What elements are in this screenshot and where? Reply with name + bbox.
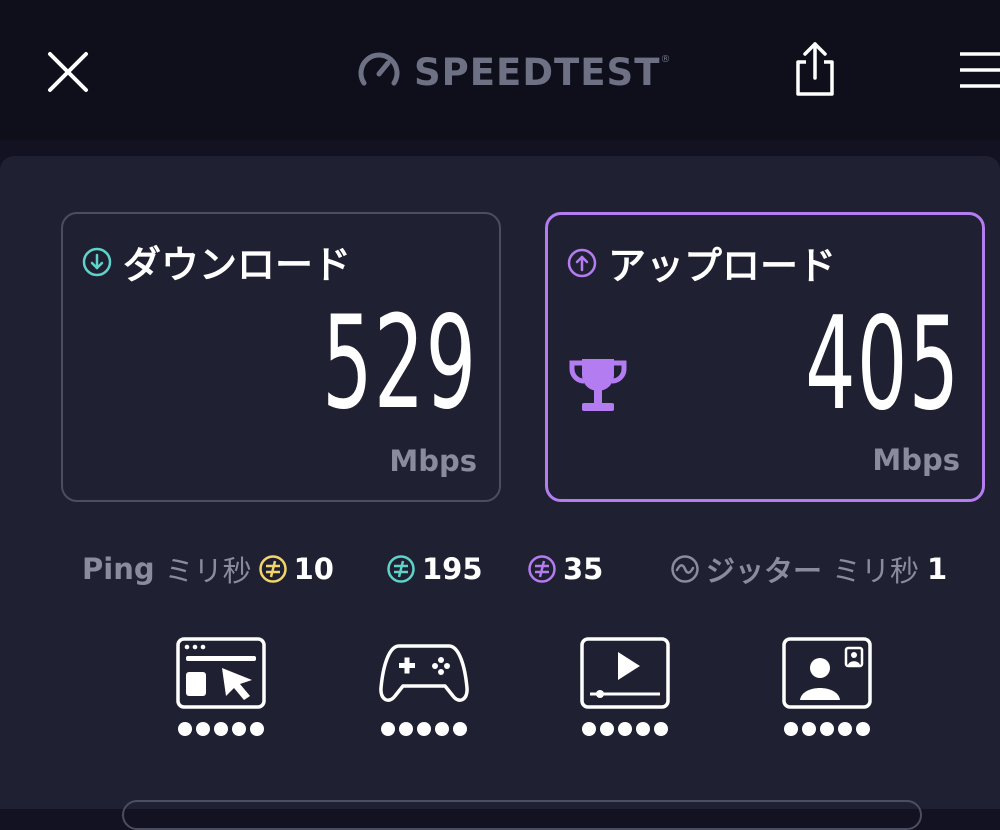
ping-upload-value: 35	[563, 552, 604, 586]
upload-arrow-icon	[567, 248, 597, 277]
download-header: ダウンロード	[81, 234, 351, 289]
jitter-icon	[671, 555, 699, 583]
download-speed-unit: Mbps	[389, 444, 477, 478]
video-chat-rating	[784, 722, 870, 736]
download-speed-value: 529	[321, 289, 477, 438]
upload-speed-value: 405	[804, 290, 960, 439]
upload-card[interactable]: アップロード 405 Mbps	[545, 212, 985, 502]
ping-download-value: 195	[422, 552, 483, 586]
top-bar: SPEEDTEST ®	[0, 0, 1000, 140]
download-card[interactable]: ダウンロード 529 Mbps	[61, 212, 501, 502]
gaming-rating	[381, 722, 467, 736]
close-icon	[48, 52, 88, 92]
download-latency-icon	[387, 555, 415, 583]
speedtest-logo: SPEEDTEST ®	[356, 48, 670, 96]
download-title: ダウンロード	[123, 243, 352, 287]
video-chat-icon	[782, 637, 872, 709]
trademark-mark: ®	[660, 54, 671, 65]
app-web-browsing[interactable]	[171, 636, 271, 736]
bottom-card-edge	[122, 800, 922, 830]
upload-header: アップロード	[566, 235, 836, 290]
gamepad-icon	[379, 644, 469, 702]
download-arrow-icon	[82, 247, 112, 276]
jitter-value: 1	[927, 552, 948, 586]
hamburger-menu-icon	[960, 52, 1000, 88]
video-streaming-rating	[582, 722, 668, 736]
ping-upload[interactable]: 35	[527, 546, 603, 592]
web-browsing-icon	[176, 637, 266, 709]
share-button[interactable]	[790, 40, 840, 98]
menu-button[interactable]	[956, 48, 1000, 92]
logo-text: SPEEDTEST	[414, 50, 661, 94]
upload-speed-unit: Mbps	[872, 443, 960, 477]
ping-unit: ミリ秒	[164, 554, 252, 588]
app-video-streaming[interactable]	[575, 636, 675, 736]
ping-idle-value: 10	[293, 552, 334, 586]
trophy-icon	[569, 359, 627, 411]
app-gaming[interactable]	[374, 636, 474, 736]
latency-row: Ping ミリ秒 10 195 35 ジッター ミリ秒 1	[0, 546, 1000, 592]
upload-latency-icon	[528, 555, 556, 583]
jitter[interactable]: ジッター ミリ秒 1	[670, 546, 947, 592]
app-video-chat[interactable]	[777, 636, 877, 736]
jitter-unit: ミリ秒	[832, 554, 920, 588]
idle-latency-icon	[258, 555, 287, 583]
ping-download[interactable]: 195	[386, 546, 483, 592]
jitter-label: ジッター	[706, 554, 823, 588]
web-browsing-rating	[178, 722, 264, 736]
video-player-icon	[580, 637, 670, 709]
speedometer-icon	[358, 52, 400, 86]
ping-label: Ping	[82, 552, 155, 586]
upload-title: アップロード	[608, 244, 837, 288]
close-button[interactable]	[40, 44, 96, 100]
ping-idle[interactable]: Ping ミリ秒 10	[82, 546, 334, 592]
share-icon	[796, 42, 834, 96]
